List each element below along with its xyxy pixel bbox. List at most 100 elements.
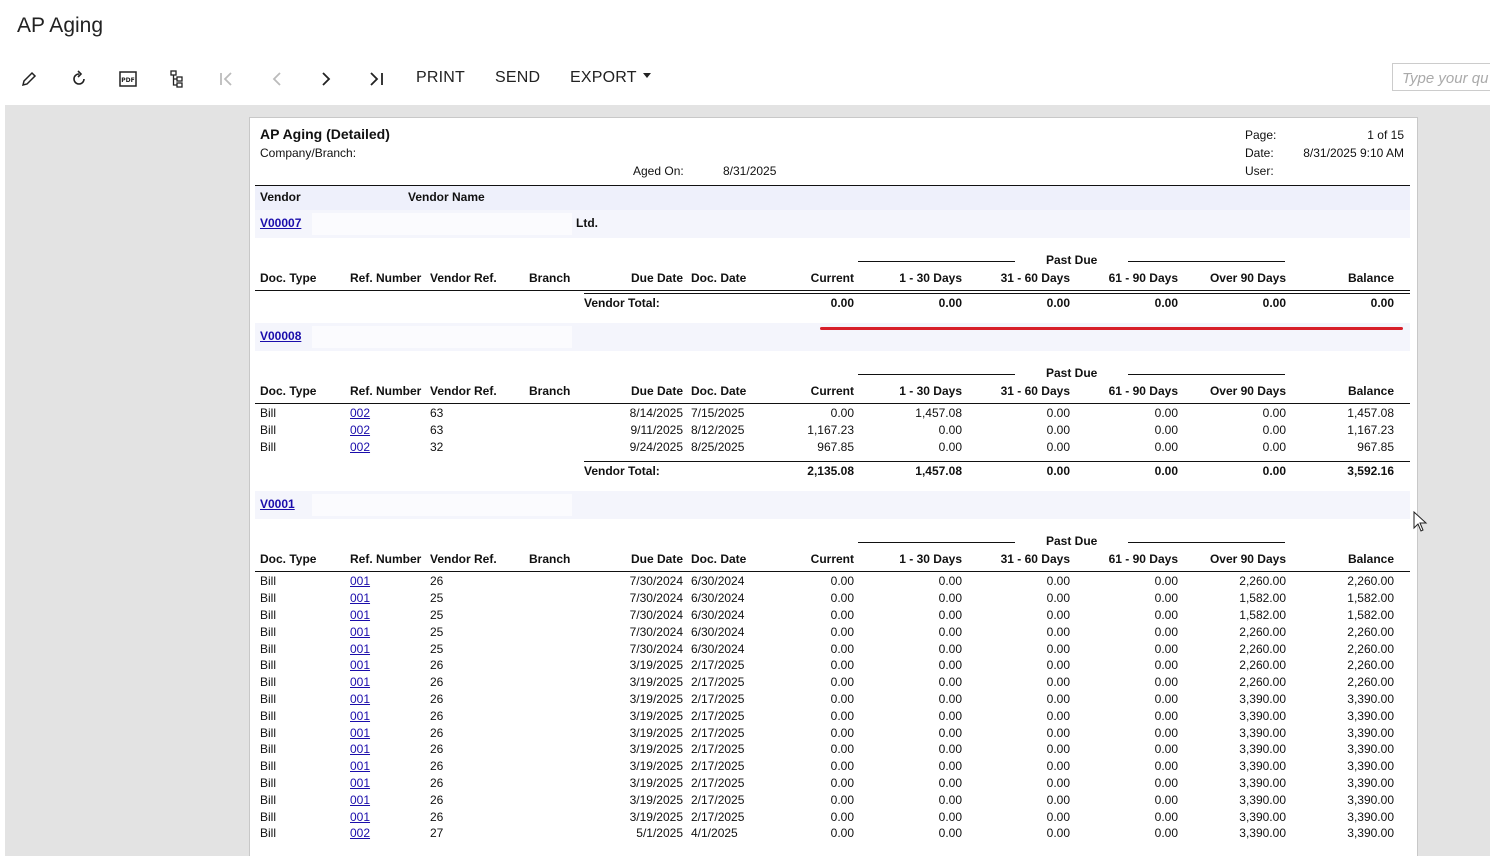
- vendor-id-link[interactable]: V00008: [260, 329, 301, 343]
- cell-cur: 0.00: [830, 591, 854, 606]
- cell-cur: 0.00: [830, 692, 854, 706]
- cell-type: Bill: [260, 708, 277, 723]
- next-page-icon[interactable]: [315, 68, 337, 90]
- cell-d1: 0.00: [938, 641, 962, 656]
- cell-d1: 0.00: [938, 725, 962, 740]
- cell-vref: 63: [430, 422, 444, 437]
- past-due-rule-right: [1128, 542, 1285, 544]
- aged-on-value: 8/31/2025: [723, 164, 777, 178]
- vendor-id-link[interactable]: V00007: [260, 216, 301, 230]
- vendor-name: Ltd.: [576, 216, 598, 230]
- vendor-name-column-header: Vendor Name: [408, 190, 485, 204]
- vendor-total-value: 3,592.16: [1347, 464, 1394, 479]
- cell-ref[interactable]: 002: [350, 440, 370, 454]
- vendor-id-link[interactable]: V0001: [260, 497, 295, 511]
- column-header: 31 - 60 Days: [1000, 384, 1070, 398]
- cell-d4: 0.00: [1262, 422, 1286, 437]
- cell-type: Bill: [260, 776, 277, 790]
- cell-d4: 3,390.00: [1239, 826, 1286, 841]
- cell-vref: 26: [430, 809, 444, 824]
- pencil-icon[interactable]: [18, 68, 40, 90]
- cell-doc: 7/15/2025: [691, 406, 745, 420]
- cell-d2: 0.00: [1046, 439, 1070, 454]
- cell-d2: 0.00: [1046, 624, 1070, 639]
- export-button[interactable]: EXPORT: [570, 69, 651, 87]
- cell-ref[interactable]: 001: [350, 810, 370, 824]
- cell-ref[interactable]: 001: [350, 759, 370, 773]
- cell-d1: 0.00: [938, 708, 962, 723]
- cell-d1: 1,457.08: [915, 406, 962, 420]
- column-header: 1 - 30 Days: [899, 552, 962, 567]
- cell-vref: 26: [430, 742, 444, 757]
- past-due-label: Past Due: [1046, 366, 1098, 380]
- cell-due: 3/19/2025: [629, 675, 683, 690]
- cell-vref: 26: [430, 776, 444, 790]
- first-page-icon[interactable]: [216, 68, 238, 90]
- cell-cur: 0.00: [830, 675, 854, 690]
- cell-d1: 0.00: [938, 422, 962, 437]
- cell-ref[interactable]: 001: [350, 709, 370, 723]
- cell-due: 9/24/2025: [629, 439, 683, 454]
- past-due-rule-right: [1128, 261, 1285, 262]
- cell-ref[interactable]: 002: [350, 423, 370, 437]
- cell-d3: 0.00: [1154, 439, 1178, 454]
- cell-d4: 3,390.00: [1239, 792, 1286, 807]
- cell-ref[interactable]: 001: [350, 642, 370, 656]
- cell-d2: 0.00: [1046, 826, 1070, 841]
- previous-page-icon[interactable]: [266, 68, 288, 90]
- cell-ref[interactable]: 001: [350, 658, 370, 672]
- pdf-icon[interactable]: PDF: [117, 68, 139, 90]
- column-header: Balance: [1347, 271, 1394, 285]
- column-header: Current: [810, 271, 854, 285]
- search-input[interactable]: Type your qu: [1392, 63, 1490, 91]
- cell-due: 7/30/2024: [629, 641, 683, 656]
- column-header: Doc. Type: [260, 271, 317, 285]
- cell-type: Bill: [260, 725, 277, 740]
- cell-d3: 0.00: [1154, 675, 1178, 690]
- refresh-icon[interactable]: [68, 68, 90, 90]
- cell-ref[interactable]: 001: [350, 726, 370, 740]
- cell-due: 7/30/2024: [629, 574, 683, 589]
- cell-d1: 0.00: [938, 608, 962, 622]
- cell-d3: 0.00: [1154, 826, 1178, 841]
- cell-vref: 26: [430, 574, 444, 589]
- cell-ref[interactable]: 001: [350, 591, 370, 605]
- cell-d1: 0.00: [938, 809, 962, 824]
- cell-ref[interactable]: 001: [350, 692, 370, 706]
- cell-ref[interactable]: 002: [350, 406, 370, 420]
- cell-ref[interactable]: 001: [350, 776, 370, 790]
- column-header-rule: [255, 571, 1410, 573]
- cell-cur: 0.00: [830, 742, 854, 757]
- past-due-rule-left: [858, 542, 1015, 544]
- cell-ref[interactable]: 002: [350, 826, 370, 840]
- last-page-icon[interactable]: [365, 68, 387, 90]
- column-header: Balance: [1347, 384, 1394, 398]
- cell-ref[interactable]: 001: [350, 574, 370, 588]
- cell-ref[interactable]: 001: [350, 608, 370, 622]
- column-header: Vendor Ref.: [430, 384, 497, 398]
- cell-bal: 2,260.00: [1347, 574, 1394, 589]
- vendor-total-value: 0.00: [1262, 464, 1286, 479]
- past-due-rule-left: [858, 261, 1015, 262]
- cell-due: 7/30/2024: [629, 624, 683, 639]
- cell-ref[interactable]: 001: [350, 742, 370, 756]
- send-button[interactable]: SEND: [495, 69, 540, 87]
- cell-d4: 2,260.00: [1239, 641, 1286, 656]
- cell-bal: 2,260.00: [1347, 675, 1394, 690]
- column-header: 61 - 90 Days: [1108, 384, 1178, 398]
- cell-type: Bill: [260, 826, 277, 841]
- page-label: Page:: [1245, 128, 1277, 142]
- cell-ref[interactable]: 001: [350, 625, 370, 639]
- cell-doc: 6/30/2024: [691, 574, 745, 589]
- cell-vref: 26: [430, 658, 444, 673]
- past-due-label: Past Due: [1046, 534, 1098, 549]
- cell-ref[interactable]: 001: [350, 793, 370, 807]
- tree-icon[interactable]: [166, 68, 188, 90]
- cell-bal: 3,390.00: [1347, 708, 1394, 723]
- cell-cur: 0.00: [830, 406, 854, 420]
- cell-due: 3/19/2025: [629, 708, 683, 723]
- vendor-total-value: 0.00: [830, 296, 854, 310]
- print-button[interactable]: PRINT: [416, 69, 465, 87]
- cell-ref[interactable]: 001: [350, 675, 370, 689]
- cell-cur: 0.00: [830, 608, 854, 622]
